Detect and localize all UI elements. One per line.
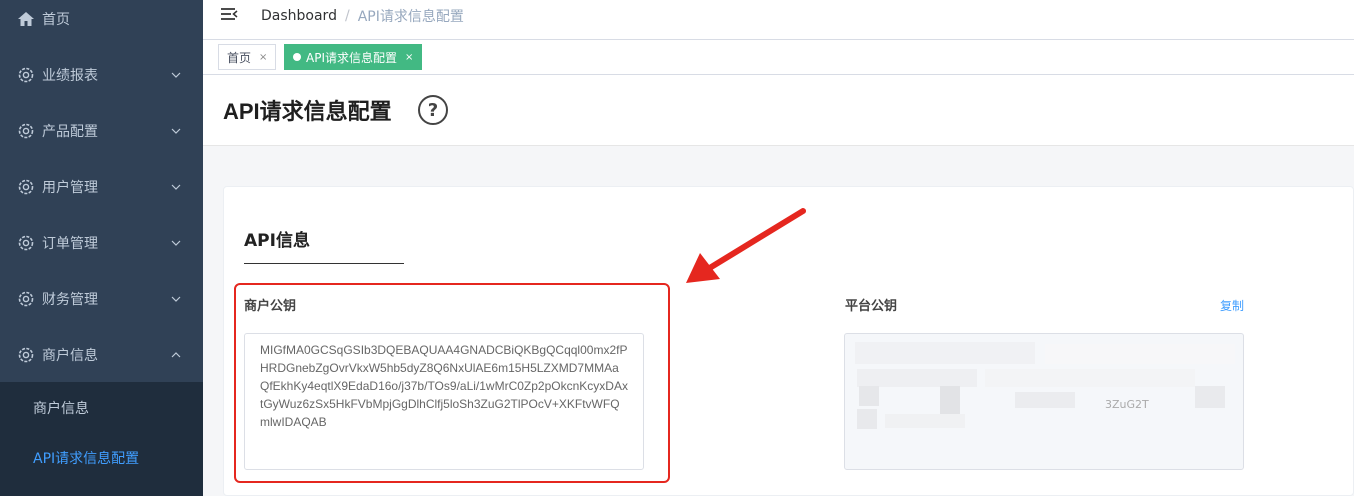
tag-label: 首页 — [227, 50, 252, 65]
chevron-down-icon — [170, 293, 182, 305]
sidebar-item-finance-management[interactable]: 财务管理 — [0, 271, 203, 327]
redaction-mosaic — [855, 342, 1035, 364]
redaction-mosaic — [857, 409, 877, 429]
tag-label: API请求信息配置 — [306, 50, 397, 65]
sidebar-item-label: 用户管理 — [42, 180, 98, 196]
sidebar-item-order-management[interactable]: 订单管理 — [0, 215, 203, 271]
sidebar-item-label: 订单管理 — [42, 236, 98, 252]
redaction-mosaic — [985, 369, 1195, 387]
redaction-mosaic — [885, 414, 965, 428]
sidebar-item-performance-report[interactable]: 业绩报表 — [0, 47, 203, 103]
tag-api-config[interactable]: API请求信息配置 × — [284, 44, 423, 70]
redaction-mosaic — [1015, 392, 1075, 408]
submenu-item-label: 商户信息 — [33, 401, 89, 417]
copy-button[interactable]: 复制 — [1220, 297, 1244, 314]
hamburger-icon[interactable] — [219, 6, 239, 24]
chevron-down-icon — [170, 69, 182, 81]
tag-home[interactable]: 首页 × — [218, 44, 277, 70]
tags-view: 首页 × API请求信息配置 × — [203, 41, 1354, 75]
sidebar-submenu: 商户信息 API请求信息配置 — [0, 382, 203, 496]
sidebar-item-label: 首页 — [42, 12, 70, 28]
top-navbar: Dashboard / API请求信息配置 — [203, 0, 1354, 40]
platform-key-textarea[interactable]: 3ZuG2T — [844, 333, 1244, 470]
page-title: API请求信息配置 — [223, 99, 392, 124]
sidebar-item-user-management[interactable]: 用户管理 — [0, 159, 203, 215]
close-icon[interactable]: × — [405, 52, 413, 63]
sidebar-item-label: 商户信息 — [42, 348, 98, 364]
gear-icon — [17, 178, 35, 196]
sidebar: 首页 业绩报表 产品配置 用户管理 订单管理 财务管理 商户信息 商户信息 AP… — [0, 0, 203, 496]
chevron-down-icon — [170, 181, 182, 193]
redaction-mosaic — [859, 386, 879, 406]
gear-icon — [17, 346, 35, 364]
submenu-item-api-config[interactable]: API请求信息配置 — [0, 433, 203, 483]
home-icon — [17, 10, 35, 28]
breadcrumb-current: API请求信息配置 — [357, 9, 464, 25]
close-icon[interactable]: × — [259, 52, 267, 63]
help-icon[interactable]: ? — [418, 95, 448, 125]
chevron-down-icon — [170, 125, 182, 137]
gear-icon — [17, 122, 35, 140]
gear-icon — [17, 234, 35, 252]
sidebar-item-home[interactable]: 首页 — [0, 0, 203, 47]
sidebar-item-product-config[interactable]: 产品配置 — [0, 103, 203, 159]
submenu-item-merchant-info[interactable]: 商户信息 — [0, 383, 203, 433]
gear-icon — [17, 66, 35, 84]
platform-key-partial-text: 3ZuG2T — [1105, 398, 1149, 411]
breadcrumb-separator: / — [344, 8, 350, 24]
sidebar-item-label: 业绩报表 — [42, 68, 98, 84]
breadcrumb-root[interactable]: Dashboard — [261, 8, 337, 24]
gear-icon — [17, 290, 35, 308]
redaction-mosaic — [1195, 386, 1225, 408]
breadcrumb: Dashboard / API请求信息配置 — [261, 6, 464, 26]
section-underline — [244, 263, 404, 264]
chevron-down-icon — [170, 237, 182, 249]
sidebar-item-label: 财务管理 — [42, 292, 98, 308]
submenu-item-label: API请求信息配置 — [33, 451, 140, 467]
annotation-highlight-box — [234, 283, 670, 483]
sidebar-item-merchant-info[interactable]: 商户信息 — [0, 327, 203, 383]
annotation-arrow-icon — [686, 208, 806, 283]
section-title: API信息 — [244, 231, 310, 251]
redaction-mosaic — [857, 369, 977, 387]
platform-key-label: 平台公钥 — [845, 299, 898, 314]
chevron-up-icon — [170, 349, 182, 361]
active-dot-icon — [293, 53, 301, 61]
sidebar-item-label: 产品配置 — [42, 124, 98, 140]
redaction-mosaic — [1045, 344, 1235, 364]
